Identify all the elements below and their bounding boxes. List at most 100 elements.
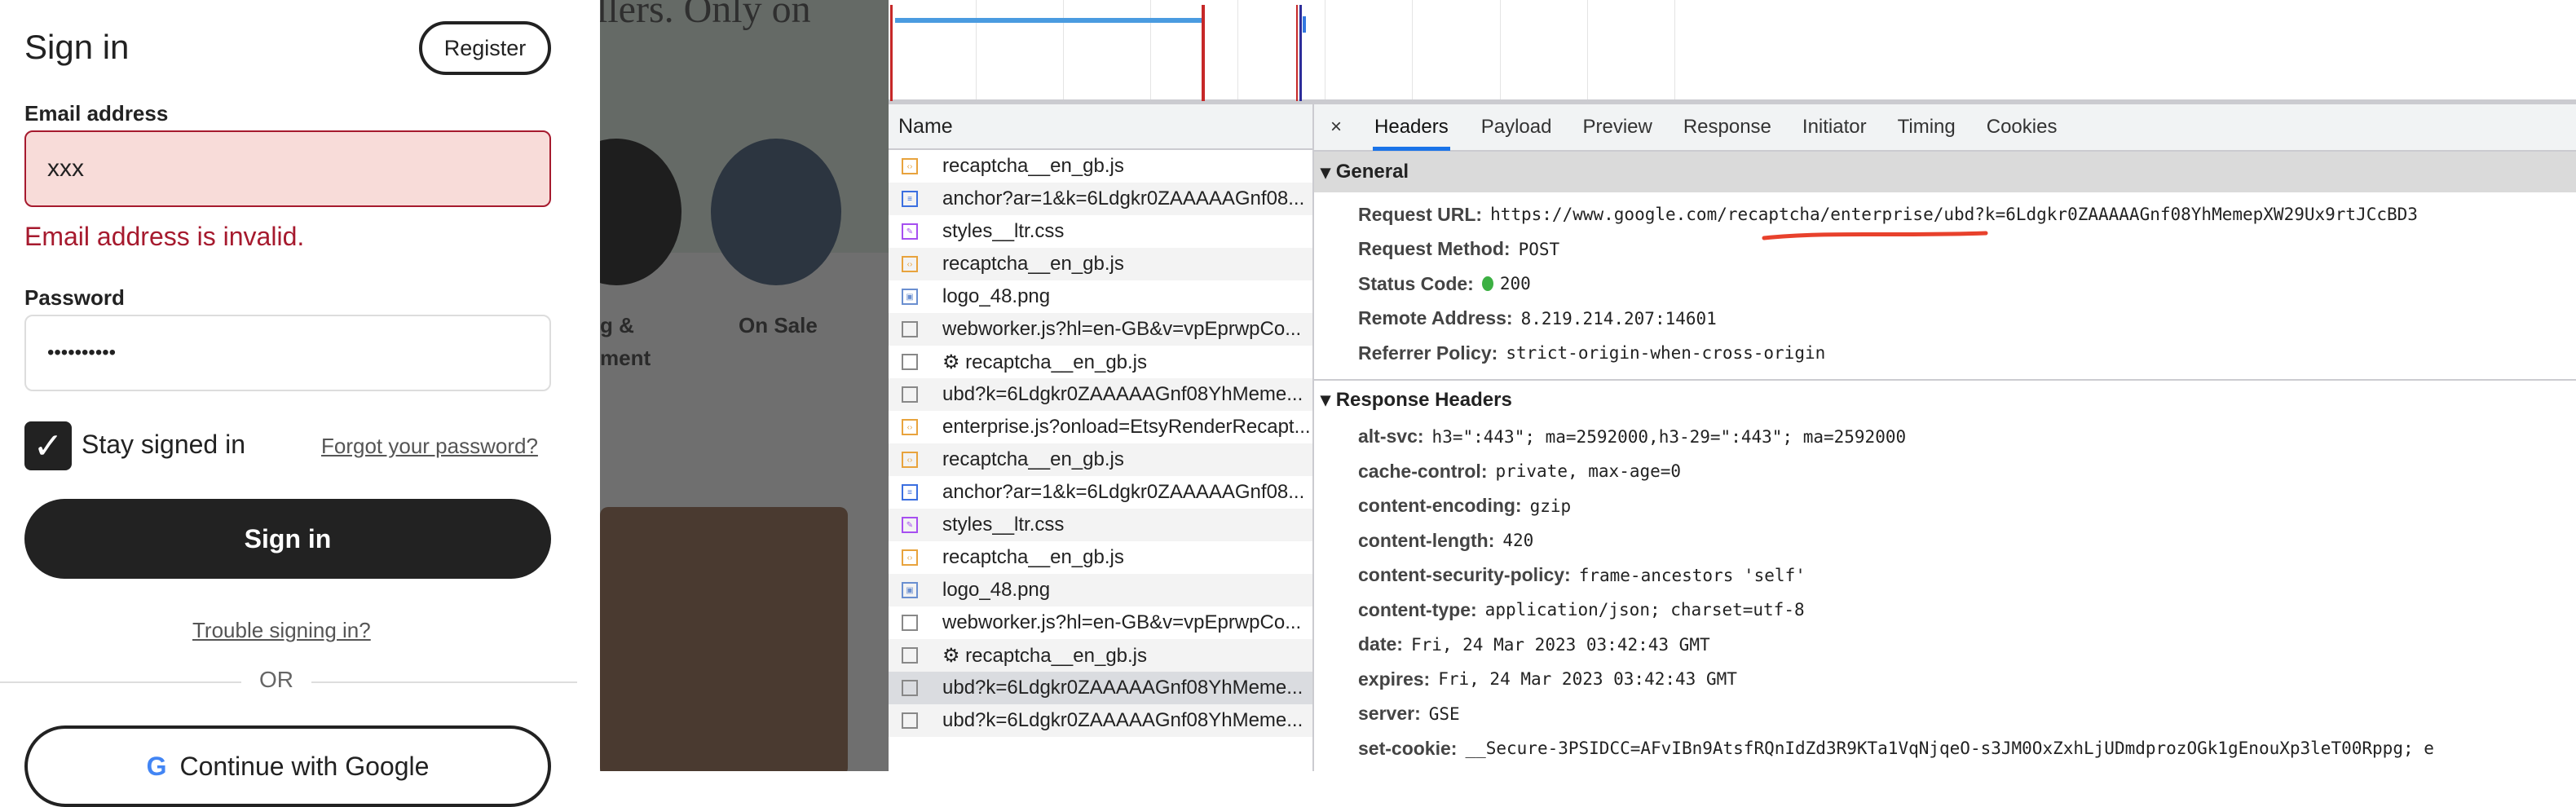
request-row[interactable]: ubd?k=6Ldgkr0ZAAAAAGnf08YhMeme... [889, 704, 1312, 737]
header-key: date: [1358, 633, 1403, 655]
request-row[interactable]: ⚙ recaptcha__en_gb.js [889, 639, 1312, 672]
header-key: expires: [1358, 668, 1431, 690]
stylesheet-file-icon: ✎ [902, 223, 918, 240]
password-input[interactable]: •••••••••• [24, 315, 551, 391]
header-value: 420 [1502, 531, 1534, 551]
other-file-icon [902, 615, 918, 631]
request-row[interactable]: ▣ logo_48.png [889, 574, 1312, 606]
header-row: Remote Address: 8.219.214.207:14601 [1314, 302, 2576, 337]
header-row: content-encoding: gzip [1314, 489, 2576, 524]
tab-preview[interactable]: Preview [1582, 116, 1652, 139]
header-value: strict-origin-when-cross-origin [1506, 343, 1826, 364]
header-key: Referrer Policy: [1358, 342, 1498, 364]
request-row[interactable]: webworker.js?hl=en-GB&v=vpEprwpCo... [889, 606, 1312, 639]
name-column-header[interactable]: Name [889, 104, 1312, 150]
header-key: set-cookie: [1358, 737, 1458, 759]
request-name: styles__ltr.css [942, 514, 1065, 536]
header-value: private, max-age=0 [1495, 461, 1682, 482]
response-headers-title: Response Headers [1335, 388, 1512, 411]
header-key: Status Code: [1358, 272, 1474, 294]
request-row[interactable]: ‹› recaptcha__en_gb.js [889, 150, 1312, 183]
header-value: POST [1518, 239, 1560, 259]
request-name: logo_48.png [942, 579, 1051, 601]
request-row[interactable]: ‹› enterprise.js?onload=EtsyRenderRecapt.… [889, 411, 1312, 443]
document-file-icon: ≡ [902, 191, 918, 207]
tab-headers[interactable]: Headers [1373, 104, 1450, 151]
tab-timing[interactable]: Timing [1898, 116, 1956, 139]
category-label: ment [600, 346, 651, 370]
other-file-icon [902, 647, 918, 664]
request-row[interactable]: ✎ styles__ltr.css [889, 215, 1312, 248]
close-icon[interactable]: × [1330, 116, 1342, 139]
header-row: expires: Fri, 24 Mar 2023 03:42:43 GMT [1314, 662, 2576, 697]
header-row: set-cookie: __Secure-3PSIDCC=AFvIBn9AtsfR… [1314, 731, 2576, 766]
general-section-header[interactable]: ▾ General [1314, 152, 2576, 192]
header-key: cache-control: [1358, 460, 1488, 482]
header-row: content-security-policy: frame-ancestors … [1314, 558, 2576, 593]
request-row[interactable]: ‹› recaptcha__en_gb.js [889, 248, 1312, 280]
trouble-signing-in-link[interactable]: Trouble signing in? [192, 618, 371, 643]
request-row[interactable]: ‹› recaptcha__en_gb.js [889, 541, 1312, 574]
tab-cookies[interactable]: Cookies [1987, 116, 2058, 139]
request-name: ⚙ recaptcha__en_gb.js [942, 351, 1148, 373]
request-name: recaptcha__en_gb.js [942, 155, 1124, 177]
header-key: Request Method: [1358, 238, 1511, 260]
header-value: 8.219.214.207:14601 [1520, 308, 1717, 329]
request-name: enterprise.js?onload=EtsyRenderRecapt... [942, 416, 1311, 438]
other-file-icon [902, 354, 918, 370]
category-label: g & [600, 313, 634, 337]
stay-signed-in-checkbox[interactable]: ✓ [24, 421, 72, 470]
header-key: alt-svc: [1358, 426, 1424, 448]
continue-with-google-button[interactable]: G Continue with Google [24, 725, 551, 807]
dimmed-page-background: llers. Only on g & ment On Sale [600, 0, 889, 771]
sign-in-button[interactable]: Sign in [24, 499, 551, 579]
other-file-icon [902, 321, 918, 337]
request-row[interactable]: ✎ styles__ltr.css [889, 509, 1312, 541]
header-row: content-type: application/json; charset=u… [1314, 593, 2576, 628]
email-error: Email address is invalid. [24, 222, 305, 251]
request-row[interactable]: ▣ logo_48.png [889, 280, 1312, 313]
request-name: logo_48.png [942, 285, 1051, 307]
request-name: anchor?ar=1&k=6Ldgkr0ZAAAAAGnf08... [942, 187, 1305, 209]
request-details-pane: × Headers Payload Preview Response Initi… [1314, 104, 2576, 771]
script-file-icon: ‹› [902, 452, 918, 468]
category-image-on-sale[interactable] [711, 139, 841, 285]
request-name: webworker.js?hl=en-GB&v=vpEprwpCo... [942, 318, 1302, 340]
header-value: GSE [1428, 703, 1460, 724]
email-input[interactable]: xxx [24, 130, 551, 207]
request-row[interactable]: webworker.js?hl=en-GB&v=vpEprwpCo... [889, 313, 1312, 346]
request-name: styles__ltr.css [942, 220, 1065, 242]
sign-in-panel: Sign in Register Email address xxx Email… [0, 0, 600, 807]
register-button[interactable]: Register [419, 21, 551, 75]
header-row: date: Fri, 24 Mar 2023 03:42:43 GMT [1314, 628, 2576, 663]
other-file-icon [902, 712, 918, 729]
request-row[interactable]: ≡ anchor?ar=1&k=6Ldgkr0ZAAAAAGnf08... [889, 183, 1312, 215]
network-waterfall[interactable] [889, 0, 2576, 104]
email-label: Email address [24, 101, 169, 126]
forgot-password-link[interactable]: Forgot your password? [321, 434, 538, 459]
tab-initiator[interactable]: Initiator [1802, 116, 1867, 139]
tab-payload[interactable]: Payload [1481, 116, 1552, 139]
product-image[interactable] [600, 507, 848, 771]
red-annotation-underline [1762, 231, 1988, 240]
header-value: application/json; charset=utf-8 [1484, 600, 1805, 620]
image-file-icon: ▣ [902, 289, 918, 305]
header-value: Fri, 24 Mar 2023 03:42:43 GMT [1410, 634, 1710, 655]
header-row: content-length: 420 [1314, 523, 2576, 558]
request-name: recaptcha__en_gb.js [942, 253, 1124, 275]
response-headers-section-header[interactable]: ▾ Response Headers [1314, 378, 2576, 420]
header-key: content-encoding: [1358, 495, 1522, 517]
tab-response[interactable]: Response [1683, 116, 1771, 139]
request-name: ⚙ recaptcha__en_gb.js [942, 644, 1148, 667]
request-row[interactable]: ≡ anchor?ar=1&k=6Ldgkr0ZAAAAAGnf08... [889, 476, 1312, 509]
other-file-icon [902, 386, 918, 403]
google-button-label: Continue with Google [179, 752, 430, 781]
header-key: Remote Address: [1358, 307, 1513, 329]
request-row[interactable]: ‹› recaptcha__en_gb.js [889, 443, 1312, 476]
request-row[interactable]: ubd?k=6Ldgkr0ZAAAAAGnf08YhMeme... [889, 378, 1312, 411]
request-name: recaptcha__en_gb.js [942, 546, 1124, 568]
request-row[interactable]: ⚙ recaptcha__en_gb.js [889, 346, 1312, 378]
request-row[interactable]: ubd?k=6Ldgkr0ZAAAAAGnf08YhMeme... [889, 672, 1312, 704]
or-text: OR [241, 667, 311, 693]
header-key: content-length: [1358, 529, 1495, 551]
